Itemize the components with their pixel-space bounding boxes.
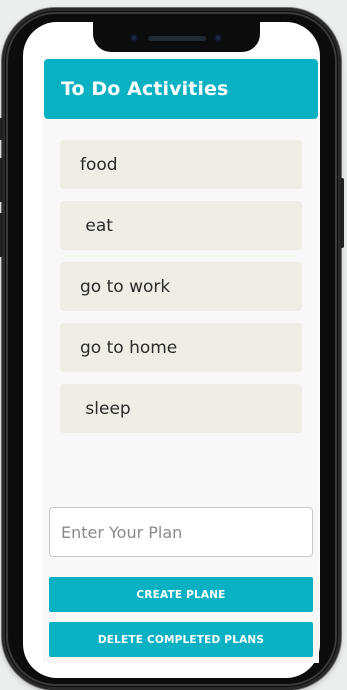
delete-completed-plans-button[interactable]: DELETE COMPLETED PLANS xyxy=(49,622,313,657)
phone-notch xyxy=(93,22,260,52)
plan-input[interactable] xyxy=(49,507,313,557)
todo-item-food[interactable]: food xyxy=(60,140,302,189)
todo-list: food eat go to work go to home sleep xyxy=(60,140,302,445)
camera-icon xyxy=(130,34,138,42)
todo-item-sleep[interactable]: sleep xyxy=(60,384,302,433)
volume-up-button xyxy=(0,158,3,202)
todo-item-go-to-work[interactable]: go to work xyxy=(60,262,302,311)
app-title: To Do Activities xyxy=(61,78,229,100)
sensor-icon xyxy=(214,34,222,42)
todo-item-eat[interactable]: eat xyxy=(60,201,302,250)
todo-item-go-to-home[interactable]: go to home xyxy=(60,323,302,372)
volume-down-button xyxy=(0,213,3,257)
silent-switch xyxy=(0,118,3,140)
app-header: To Do Activities xyxy=(44,59,318,119)
create-plan-button[interactable]: CREATE PLANE xyxy=(49,577,313,612)
speaker-grille xyxy=(148,36,206,41)
power-button xyxy=(340,178,344,248)
